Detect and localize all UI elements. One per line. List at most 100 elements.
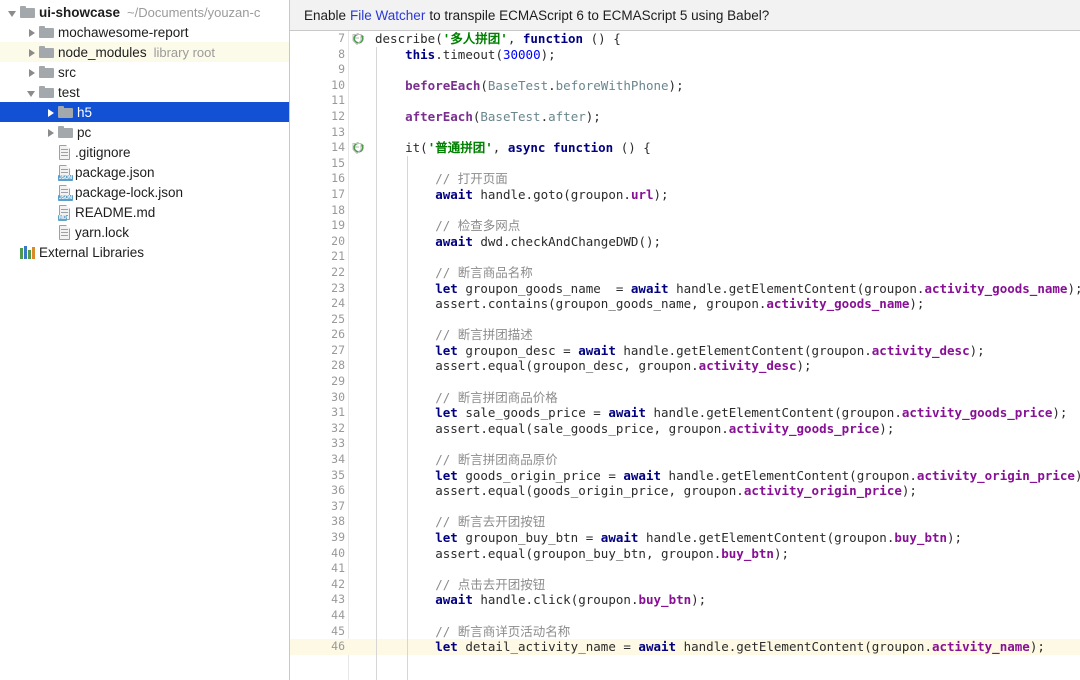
code-line[interactable]: 21 <box>290 249 1080 265</box>
code-line[interactable]: 22 // 断言商品名称 <box>290 265 1080 281</box>
tree-item-yarn-lock[interactable]: yarn.lock <box>0 222 289 242</box>
code-line[interactable]: 20 await dwd.checkAndChangeDWD(); <box>290 234 1080 250</box>
code-line[interactable]: 7 describe('多人拼团', function () { <box>290 31 1080 47</box>
fold-column <box>348 109 366 125</box>
tree-item-package-lock-json[interactable]: JSON package-lock.json <box>0 182 289 202</box>
code-line[interactable]: 36 assert.equal(goods_origin_price, grou… <box>290 483 1080 499</box>
tree-item--gitignore[interactable]: .gitignore <box>0 142 289 162</box>
code-line[interactable]: 43 await handle.click(groupon.buy_btn); <box>290 592 1080 608</box>
code-line[interactable]: 37 <box>290 499 1080 515</box>
code-line[interactable]: 16 // 打开页面 <box>290 171 1080 187</box>
code-line[interactable]: 10 beforeEach(BaseTest.beforeWithPhone); <box>290 78 1080 94</box>
code-line[interactable]: 24 assert.contains(groupon_goods_name, g… <box>290 296 1080 312</box>
tree-item-mochawesome-report[interactable]: mochawesome-report <box>0 22 289 42</box>
code-line[interactable]: 25 <box>290 312 1080 328</box>
code-line[interactable]: 12 afterEach(BaseTest.after); <box>290 109 1080 125</box>
code-line[interactable]: 14 it('普通拼团', async function () { <box>290 140 1080 156</box>
file-watcher-link[interactable]: File Watcher <box>350 8 425 23</box>
tree-item-ui-showcase[interactable]: ui-showcase ~/Documents/youzan-c <box>0 2 289 22</box>
tree-item-label: .gitignore <box>75 144 131 160</box>
chevron-right-icon[interactable] <box>44 106 57 119</box>
fold-column <box>348 312 366 328</box>
code-line[interactable]: 8 this.timeout(30000); <box>290 47 1080 63</box>
code-line[interactable]: 15 <box>290 156 1080 172</box>
tree-item-label: pc <box>77 124 92 140</box>
line-number: 44 <box>331 607 345 622</box>
ide-window: ui-showcase ~/Documents/youzan-c mochaweso… <box>0 0 1080 680</box>
tree-item-note: library root <box>153 44 215 60</box>
code-fold-toggle-icon[interactable] <box>352 33 362 46</box>
line-number: 35 <box>331 467 345 482</box>
line-number: 33 <box>331 436 345 451</box>
code-line[interactable]: 27 let groupon_desc = await handle.getEl… <box>290 343 1080 359</box>
chevron-right-icon[interactable] <box>25 46 38 59</box>
line-number: 27 <box>331 342 345 357</box>
tree-item-label: src <box>58 64 76 80</box>
code-line[interactable]: 26 // 断言拼团描述 <box>290 327 1080 343</box>
tree-item-label: External Libraries <box>39 244 145 260</box>
code-line[interactable]: 31 let sale_goods_price = await handle.g… <box>290 405 1080 421</box>
line-number: 37 <box>331 498 345 513</box>
chevron-down-icon[interactable] <box>25 86 38 99</box>
code-line[interactable]: 33 <box>290 436 1080 452</box>
file-watcher-notification-bar[interactable]: Enable File Watcher to transpile ECMAScr… <box>290 0 1080 31</box>
tree-item-node-modules[interactable]: node_modules library root <box>0 42 289 62</box>
chevron-right-icon[interactable] <box>25 66 38 79</box>
code-fold-toggle-icon[interactable] <box>352 142 362 155</box>
code-line[interactable]: 19 // 检查多网点 <box>290 218 1080 234</box>
line-number: 13 <box>331 124 345 139</box>
tree-item-label: package-lock.json <box>75 184 184 200</box>
tree-item-src[interactable]: src <box>0 62 289 82</box>
line-number: 24 <box>331 296 345 311</box>
tree-item-package-json[interactable]: JSON package.json <box>0 162 289 182</box>
chevron-right-icon[interactable] <box>44 126 57 139</box>
code-line[interactable]: 17 await handle.goto(groupon.url); <box>290 187 1080 203</box>
fold-column <box>348 296 366 312</box>
fold-column <box>348 468 366 484</box>
code-line[interactable]: 38 // 断言去开团按钮 <box>290 514 1080 530</box>
code-line[interactable]: 30 // 断言拼团商品价格 <box>290 390 1080 406</box>
code-line[interactable]: 23 let groupon_goods_name = await handle… <box>290 281 1080 297</box>
tree-item-pc[interactable]: pc <box>0 122 289 142</box>
fold-column <box>348 405 366 421</box>
file-icon <box>58 224 71 240</box>
code-line[interactable]: 42 // 点击去开团按钮 <box>290 577 1080 593</box>
chevron-right-icon[interactable] <box>25 26 38 39</box>
fold-column <box>348 499 366 515</box>
code-line[interactable]: 46 let detail_activity_name = await hand… <box>290 639 1080 655</box>
project-tree-panel[interactable]: ui-showcase ~/Documents/youzan-c mochaweso… <box>0 0 290 680</box>
code-line[interactable]: 29 <box>290 374 1080 390</box>
code-line[interactable]: 35 let goods_origin_price = await handle… <box>290 468 1080 484</box>
code-line[interactable]: 11 <box>290 93 1080 109</box>
code-line-text: this.timeout(30000); <box>405 46 556 62</box>
code-line[interactable]: 28 assert.equal(groupon_desc, groupon.ac… <box>290 358 1080 374</box>
tree-item-test[interactable]: test <box>0 82 289 102</box>
code-line[interactable]: 41 <box>290 561 1080 577</box>
line-number: 46 <box>331 639 345 654</box>
code-line[interactable]: 44 <box>290 608 1080 624</box>
fold-column <box>348 62 366 78</box>
code-line-text: // 断言去开团按钮 <box>435 514 546 530</box>
fold-column <box>348 421 366 437</box>
tree-item-h5[interactable]: h5 <box>0 102 289 122</box>
code-line[interactable]: 18 <box>290 203 1080 219</box>
tree-item-external-libraries[interactable]: External Libraries <box>0 242 289 262</box>
line-number: 42 <box>331 576 345 591</box>
code-line[interactable]: 13 <box>290 125 1080 141</box>
tree-item-readme-md[interactable]: MD README.md <box>0 202 289 222</box>
line-number: 15 <box>331 155 345 170</box>
code-line[interactable]: 39 let groupon_buy_btn = await handle.ge… <box>290 530 1080 546</box>
fold-column <box>348 78 366 94</box>
code-line[interactable]: 9 <box>290 62 1080 78</box>
line-number: 17 <box>331 186 345 201</box>
chevron-down-icon[interactable] <box>6 6 19 19</box>
code-line[interactable]: 34 // 断言拼团商品原价 <box>290 452 1080 468</box>
indent-guide <box>376 46 377 680</box>
line-number: 9 <box>338 62 345 77</box>
code-editor[interactable]: 7 describe('多人拼团', function () {8 this.ti… <box>290 31 1080 680</box>
code-line[interactable]: 40 assert.equal(groupon_buy_btn, groupon… <box>290 546 1080 562</box>
tree-item-label: mochawesome-report <box>58 24 189 40</box>
code-line-text <box>366 499 1080 515</box>
code-line[interactable]: 45 // 断言商详页活动名称 <box>290 624 1080 640</box>
code-line[interactable]: 32 assert.equal(sale_goods_price, groupo… <box>290 421 1080 437</box>
